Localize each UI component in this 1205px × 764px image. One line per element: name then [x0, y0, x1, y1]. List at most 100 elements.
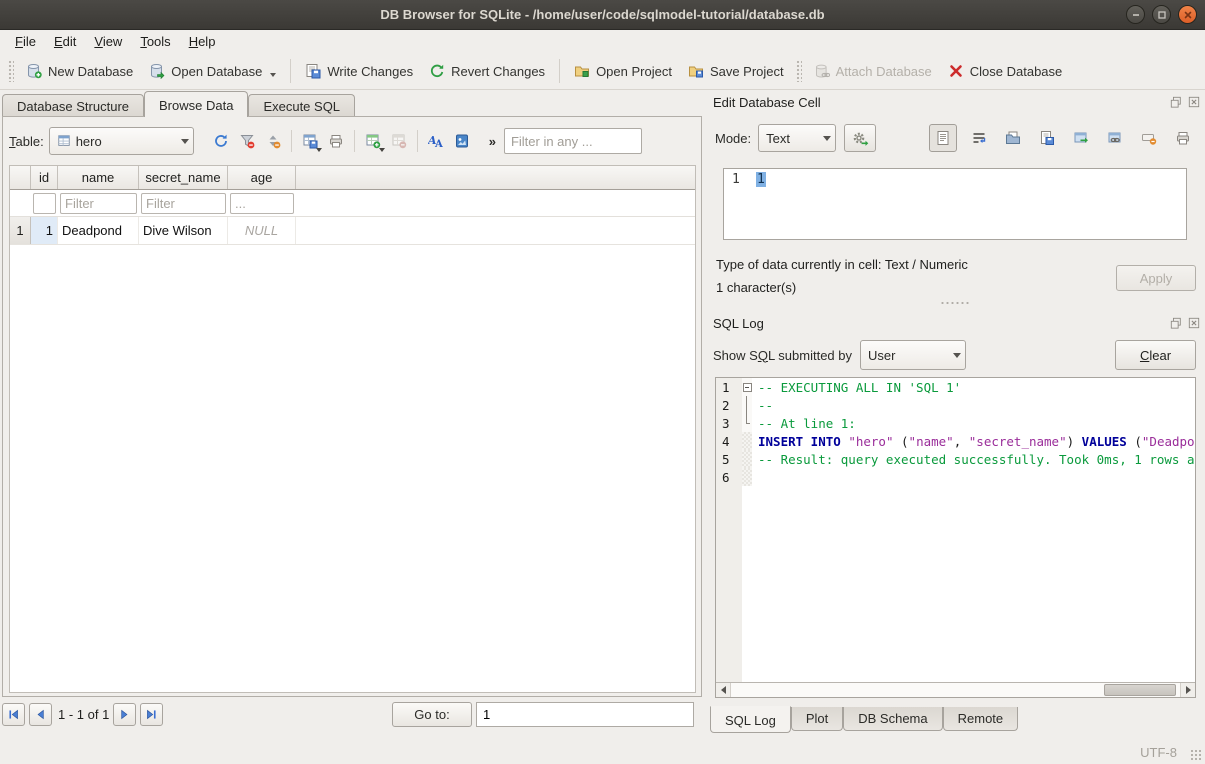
column-header-name[interactable]: name	[58, 166, 139, 189]
tab-remote[interactable]: Remote	[943, 707, 1019, 731]
revert-changes-button[interactable]: Revert Changes	[421, 58, 553, 84]
open-database-button[interactable]: Open Database	[141, 58, 284, 84]
column-header-secret-name[interactable]: secret_name	[139, 166, 228, 189]
fold-marker-collapse[interactable]	[742, 378, 752, 396]
refresh-button[interactable]	[208, 128, 234, 154]
close-dock-button[interactable]	[1187, 316, 1201, 330]
copy-link-button[interactable]	[1102, 126, 1127, 151]
tab-sql-log[interactable]: SQL Log	[710, 706, 791, 733]
save-results-dropdown-caret[interactable]	[316, 148, 322, 152]
tab-db-schema[interactable]: DB Schema	[843, 707, 942, 731]
menu-edit[interactable]: Edit	[45, 31, 85, 52]
encoding-label[interactable]: UTF-8	[1140, 745, 1177, 760]
maximize-button[interactable]	[1152, 5, 1171, 24]
toolbar-separator	[354, 130, 355, 152]
cell-name[interactable]: Deadpond	[58, 217, 139, 244]
cell-editor-line-number: 1	[724, 169, 754, 239]
save-project-button[interactable]: Save Project	[680, 58, 792, 84]
filter-input-id[interactable]	[33, 193, 56, 214]
filter-input-age[interactable]	[230, 193, 294, 214]
goto-record-input[interactable]	[476, 702, 694, 727]
sql-source-selector[interactable]: User	[860, 340, 966, 370]
toolbar-overflow-chevron[interactable]: »	[489, 134, 496, 149]
open-database-dropdown-caret[interactable]	[270, 73, 276, 77]
tab-plot[interactable]: Plot	[791, 707, 843, 731]
sql-log-view[interactable]: 1 -- EXECUTING ALL IN 'SQL 1' 2 -- 3 -- …	[715, 377, 1196, 698]
filter-any-column-input[interactable]	[504, 128, 642, 154]
clear-filters-button[interactable]	[234, 128, 260, 154]
clear-sorting-button[interactable]	[260, 128, 286, 154]
cell-secret-name[interactable]: Dive Wilson	[139, 217, 228, 244]
dock-splitter[interactable]	[705, 299, 1205, 307]
chevron-down-icon	[953, 353, 961, 358]
open-project-button[interactable]: Open Project	[566, 58, 680, 84]
close-dock-button[interactable]	[1187, 95, 1201, 109]
sql-log-line: 1 -- EXECUTING ALL IN 'SQL 1'	[716, 378, 1195, 396]
print-cell-button[interactable]	[1170, 126, 1195, 151]
column-header-id[interactable]: id	[31, 166, 58, 189]
menu-tools[interactable]: Tools	[131, 31, 179, 52]
toolbar-drag-handle[interactable]	[8, 60, 14, 82]
write-changes-button[interactable]: Write Changes	[297, 58, 421, 84]
cell-editor[interactable]: 1 1	[723, 168, 1187, 240]
close-database-button[interactable]: Close Database	[940, 58, 1071, 84]
float-dock-button[interactable]	[1169, 316, 1183, 330]
scrollbar-thumb[interactable]	[1104, 684, 1176, 696]
close-button[interactable]	[1178, 5, 1197, 24]
scroll-right-arrow[interactable]	[1180, 683, 1195, 697]
text-mode-button[interactable]	[929, 124, 957, 152]
save-results-button[interactable]	[297, 128, 323, 154]
toolbar-drag-handle[interactable]	[796, 60, 802, 82]
menu-view[interactable]: View	[85, 31, 131, 52]
previous-record-button[interactable]	[29, 703, 52, 726]
auto-apply-button[interactable]	[844, 124, 876, 152]
edit-display-format-button[interactable]: A A	[423, 128, 449, 154]
clear-log-button[interactable]: Clear	[1115, 340, 1196, 370]
menu-file[interactable]: File	[6, 31, 45, 52]
sql-log-horizontal-scrollbar[interactable]	[716, 682, 1195, 697]
export-cell-data-button[interactable]	[1034, 126, 1059, 151]
last-record-button[interactable]	[140, 703, 163, 726]
mode-selector[interactable]: Text	[758, 124, 836, 152]
set-null-button[interactable]	[1136, 126, 1161, 151]
tab-execute-sql[interactable]: Execute SQL	[248, 94, 355, 117]
column-header-age[interactable]: age	[228, 166, 296, 189]
status-bar: UTF-8	[0, 736, 1205, 764]
tab-browse-data[interactable]: Browse Data	[144, 91, 248, 117]
table-selector[interactable]: hero	[49, 127, 194, 155]
float-dock-button[interactable]	[1169, 95, 1183, 109]
import-cell-data-button[interactable]	[1000, 126, 1025, 151]
fold-guide-line	[742, 396, 752, 414]
insert-record-dropdown-caret[interactable]	[379, 148, 385, 152]
save-file-icon	[1039, 130, 1055, 146]
print-icon	[328, 133, 344, 149]
filter-input-name[interactable]	[60, 193, 137, 214]
sql-log-dock-titlebar: SQL Log	[713, 313, 1201, 333]
row-header[interactable]: 1	[10, 217, 31, 244]
insert-record-button[interactable]	[360, 128, 386, 154]
next-record-button[interactable]	[113, 703, 136, 726]
scroll-left-arrow[interactable]	[716, 683, 731, 697]
delete-record-icon	[391, 133, 407, 149]
menu-bar: File Edit View Tools Help	[0, 30, 1205, 53]
minimize-button[interactable]	[1126, 5, 1145, 24]
open-in-external-app-button[interactable]	[1068, 126, 1093, 151]
filter-input-secret-name[interactable]	[141, 193, 226, 214]
sql-log-filter-label: Show SQL submitted by	[713, 348, 852, 363]
menu-help[interactable]: Help	[180, 31, 225, 52]
print-rows-button[interactable]	[323, 128, 349, 154]
toolbar-separator	[290, 59, 291, 83]
goto-button[interactable]: Go to:	[392, 702, 472, 727]
resize-grip[interactable]	[1190, 749, 1202, 761]
cell-editor-content[interactable]: 1	[756, 172, 766, 187]
binary-viewer-button[interactable]	[449, 128, 475, 154]
title-bar: DB Browser for SQLite - /home/user/code/…	[0, 0, 1205, 30]
cell-id[interactable]: 1	[31, 217, 58, 244]
chevron-down-icon	[823, 136, 831, 141]
tab-database-structure[interactable]: Database Structure	[2, 94, 144, 117]
first-record-button[interactable]	[2, 703, 25, 726]
cell-age[interactable]: NULL	[228, 217, 296, 244]
new-database-button[interactable]: New Database	[18, 58, 141, 84]
word-wrap-button[interactable]	[966, 126, 991, 151]
grid-corner-header[interactable]	[10, 166, 31, 189]
